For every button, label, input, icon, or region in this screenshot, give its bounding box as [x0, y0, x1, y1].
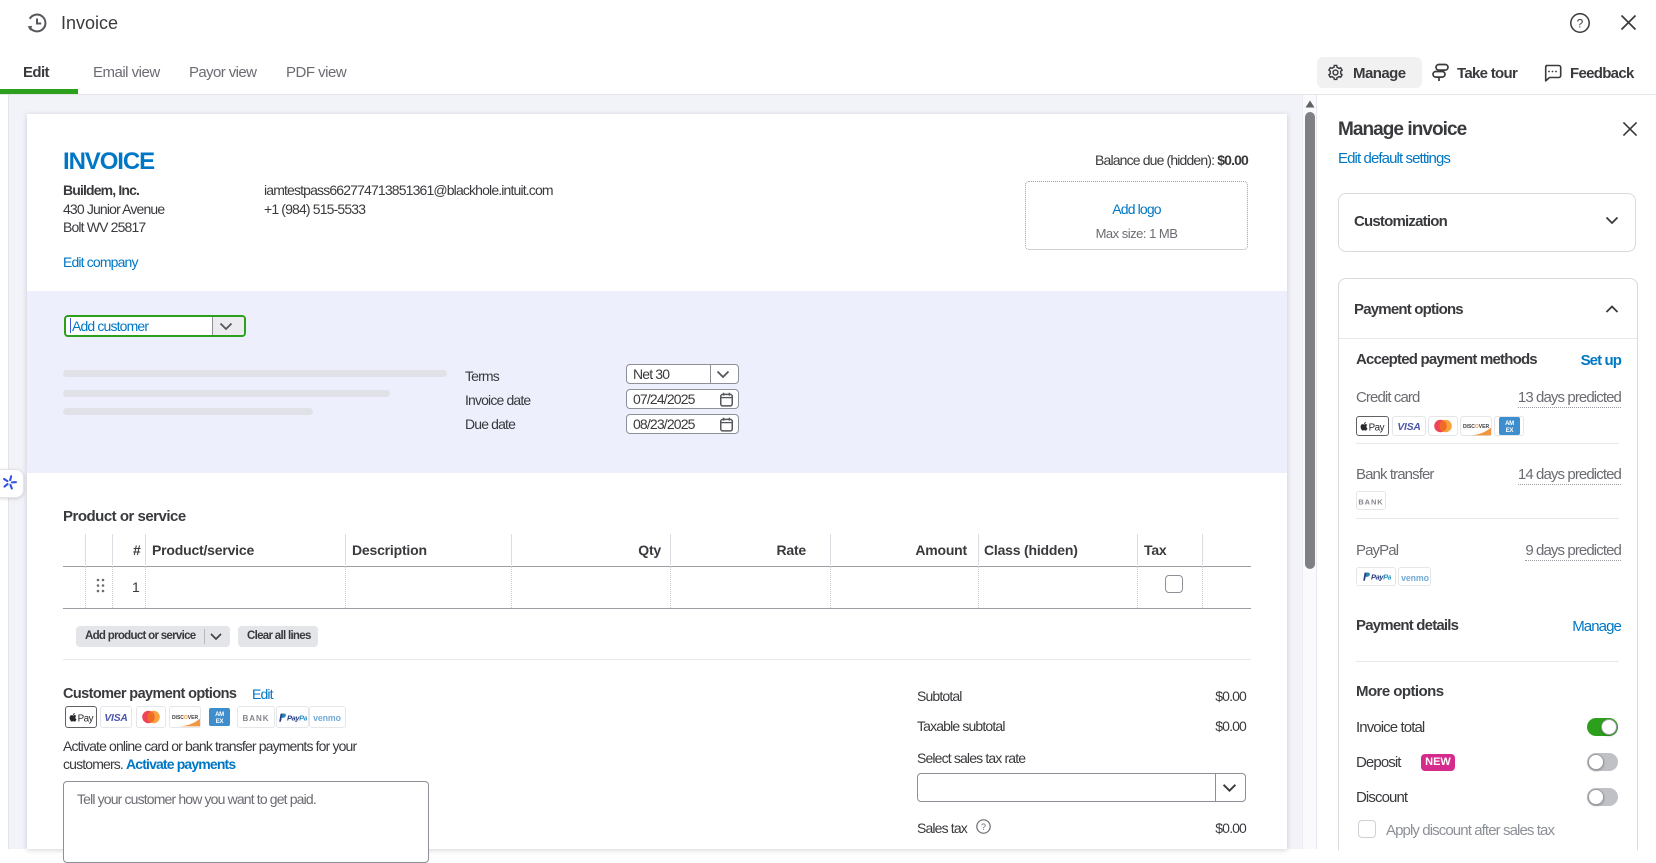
svg-text:EX: EX: [1505, 428, 1513, 434]
svg-text:?: ?: [1577, 16, 1584, 30]
svg-text:PayPal: PayPal: [287, 713, 307, 722]
svg-text:VISA: VISA: [1397, 422, 1420, 431]
svg-text:VISA: VISA: [104, 713, 127, 722]
svg-text:DISCOVER: DISCOVER: [172, 715, 199, 721]
svg-text:DISCOVER: DISCOVER: [1463, 424, 1490, 430]
svg-text:PayPal: PayPal: [1371, 573, 1391, 582]
svg-text:BANK: BANK: [1358, 497, 1383, 505]
svg-text:venmo: venmo: [314, 713, 343, 722]
svg-text:venmo: venmo: [1401, 572, 1430, 581]
svg-text:EX: EX: [216, 719, 224, 725]
svg-text:BANK: BANK: [242, 714, 269, 722]
svg-text:?: ?: [981, 822, 986, 832]
svg-text:Pay: Pay: [1369, 422, 1385, 433]
svg-text:AM: AM: [215, 712, 224, 718]
svg-text:Pay: Pay: [77, 713, 93, 724]
svg-text:AM: AM: [1505, 421, 1514, 427]
